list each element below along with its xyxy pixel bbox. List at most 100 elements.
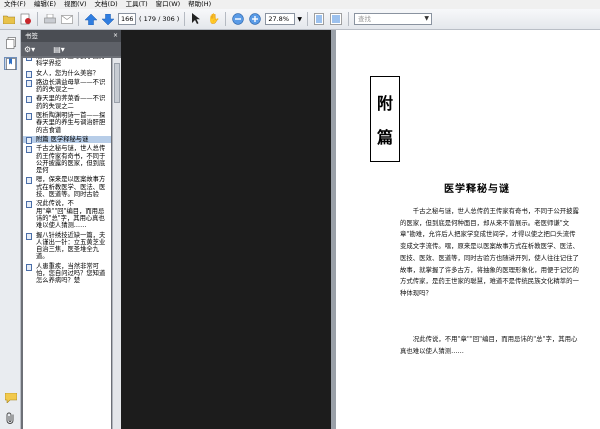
document-view[interactable]: 附 篇 医学释秘与谜 千古之秘与谜，世人总传药王传家有奇书，不同于公开披露的医家… [121,30,600,429]
new-bookmark-icon[interactable]: ▤▾ [53,45,65,54]
bookmark-label: 女人，您为什么美容？ [36,69,99,77]
bookmark-page-icon [26,136,32,144]
arrow-up-icon [84,13,97,26]
zoom-out-icon [231,13,244,26]
chapter-heading: 医学释秘与谜 [444,184,510,195]
bookmark-item[interactable]: 医析陶渊明诗一首——探春天里的养生与调治肝胆的吉食谱 [23,112,111,134]
bookmark-page-icon [26,58,32,61]
bookmark-page-icon [26,177,32,185]
bookmark-item[interactable]: 握八针绣技近缺一篇，夫人谨出一针：立五黄芝业自治三焦，医圣堆全九道。 [23,232,111,261]
search-field[interactable]: 查找 ▼ [353,12,432,27]
menu-file[interactable]: 文件(F) [0,0,30,9]
hand-tool-button[interactable]: ✋ [207,12,220,27]
bookmark-page-icon [26,232,32,240]
email-button[interactable] [60,12,73,27]
previous-page-button[interactable] [84,12,97,27]
bookmark-item[interactable]: 路边长满益母草——不识药的失误之一 [23,79,111,94]
fit-width-button[interactable] [330,12,343,27]
section-title-char: 篇 [376,128,393,147]
toolbar-separator [78,12,79,26]
bookmark-item[interactable]: 况此传说，不用"章""回"编目，而用忌讳的"总"字，其用心真也难以使人猜测…… [23,200,111,229]
bookmark-item[interactable]: 千古之秘与谜，世人总传药王传家有奇书，不同于公开披露的医家，但到底是何 [23,145,111,174]
current-page: 附 篇 医学释秘与谜 千古之秘与谜，世人总传药王传家有奇书，不同于公开披露的医家… [336,30,600,429]
bookmarks-panel-title: 书签 [25,32,38,40]
bookmark-page-icon [26,263,32,271]
toolbar-separator [225,12,227,26]
bookmark-label: 治？…重外度导到了西方科学界挖 [36,58,105,68]
folder-icon [2,13,15,26]
fit-page-button[interactable] [313,12,326,27]
open-button[interactable] [2,12,15,27]
bookmarks-panel-header: 书签 × [21,30,121,42]
body-paragraph: 况此传说，不用"章""回"编目，而用忌讳的"总"字，其用心真也难以使人猜测…… [400,335,578,355]
envelope-icon [60,13,73,26]
page-number-field[interactable]: 166 [118,13,136,25]
navigation-pane-strip [0,30,21,429]
bookmark-page-icon [26,79,32,87]
bookmark-label: 况此传说，不用"章""回"编目，而用忌讳的"总"字，其用心真也难以使人猜测…… [36,200,105,230]
search-input[interactable]: 查找 ▼ [353,13,432,25]
attachments-icon[interactable] [4,411,17,424]
bookmark-label: 人患重疾，当然非常可怕，您自问过吗？您知道怎么养病吗？楚 [36,262,106,285]
toolbar-separator [184,12,186,26]
section-title-box: 附 篇 [370,76,400,162]
bookmarks-scrollbar[interactable] [112,58,121,429]
zoom-in-button[interactable] [248,12,261,27]
hand-icon: ✋ [207,13,221,25]
menu-tools[interactable]: 工具(T) [122,0,152,9]
menu-bar: 文件(F) 编辑(E) 视图(V) 文档(D) 工具(T) 窗口(W) 帮助(H… [0,0,600,9]
comments-icon[interactable] [4,391,17,404]
bookmark-label: 握八针绣技近缺一篇，夫人谨出一针：立五黄芝业自治三焦，医圣堆全九道。 [36,231,106,261]
options-menu-icon[interactable]: ⚙▾ [24,45,35,54]
bookmarks-panel-toolbar: ⚙▾ ▤▾ [21,42,121,56]
bookmark-label: 春天里的荠菜香——不识药的失误之二 [36,95,106,110]
menu-edit[interactable]: 编辑(E) [30,0,60,9]
arrow-down-icon [101,13,114,26]
bookmark-page-icon [26,201,32,209]
fit-page-icon [313,13,326,26]
select-tool-button[interactable] [190,12,203,27]
toolbar-separator [306,12,308,26]
zoom-out-button[interactable] [231,12,244,27]
search-placeholder: 查找 [357,15,371,23]
scrollbar-thumb[interactable] [114,63,120,103]
body-paragraph: 千古之秘与谜，世人总传药王传家有奇书，不同于公开披露的医家，但到底是何种面目，却… [400,207,579,297]
create-pdf-icon [19,13,32,26]
bookmark-label: 附篇 医学释秘与谜 [36,135,89,143]
menu-window[interactable]: 窗口(W) [152,0,185,9]
chevron-down-icon[interactable]: ▼ [297,16,302,23]
zoom-level-field[interactable]: 27.8% [265,13,296,25]
bookmark-page-icon [26,96,32,104]
close-icon[interactable]: × [113,30,118,42]
bookmark-page-icon [26,146,32,154]
bookmark-label: 路边长满益母草——不识药的失误之一 [36,78,106,94]
toolbar-separator [347,12,349,26]
pages-icon[interactable] [4,36,17,49]
menu-help[interactable]: 帮助(H) [184,0,215,9]
chevron-down-icon[interactable]: ▼ [424,14,429,24]
bookmark-item-selected[interactable]: 附篇 医学释秘与谜 [23,135,111,144]
menu-view[interactable]: 视图(V) [60,0,91,9]
bookmark-item[interactable]: 女人，您为什么美容？ [23,69,111,78]
bookmarks-icon[interactable] [4,57,17,70]
bookmark-item[interactable]: 人患重疾，当然非常可怕，您自问过吗？您知道怎么养病吗？楚 [23,263,111,285]
toolbar: 166 ( 179 / 306 ) ✋ 27.8% ▼ 查找 ▼ [0,9,600,30]
toolbar-separator [37,12,38,26]
print-button[interactable] [43,12,56,27]
fit-width-icon [330,13,343,26]
page-number-input[interactable]: 166 ( 179 / 306 ) [118,12,179,27]
menu-document[interactable]: 文档(D) [91,0,122,9]
cursor-icon [190,13,203,26]
zoom-level-select[interactable]: 27.8% ▼ [265,12,302,27]
create-pdf-button[interactable] [19,12,32,27]
zoom-in-icon [248,13,261,26]
bookmark-item[interactable]: 嗯，保来是以医案故事方式在析教医学、医法、医技、医道等。同时古验 [23,176,111,198]
next-page-button[interactable] [101,12,114,27]
bookmark-page-icon [26,70,32,78]
section-title-char: 附 [376,94,393,113]
bookmark-label: 千古之秘与谜，世人总传药王传家有奇书，不同于公开披露的医家，但到底是何 [36,145,106,175]
previous-page [121,30,331,429]
bookmark-item[interactable]: 春天里的荠菜香——不识药的失误之二 [23,95,111,110]
bookmarks-panel: 书签 × ⚙▾ ▤▾ 治？…重外度导到了西方科学界挖 女人，您为什么美容？ 路边… [21,30,121,429]
bookmark-item[interactable]: 治？…重外度导到了西方科学界挖 [23,58,111,68]
